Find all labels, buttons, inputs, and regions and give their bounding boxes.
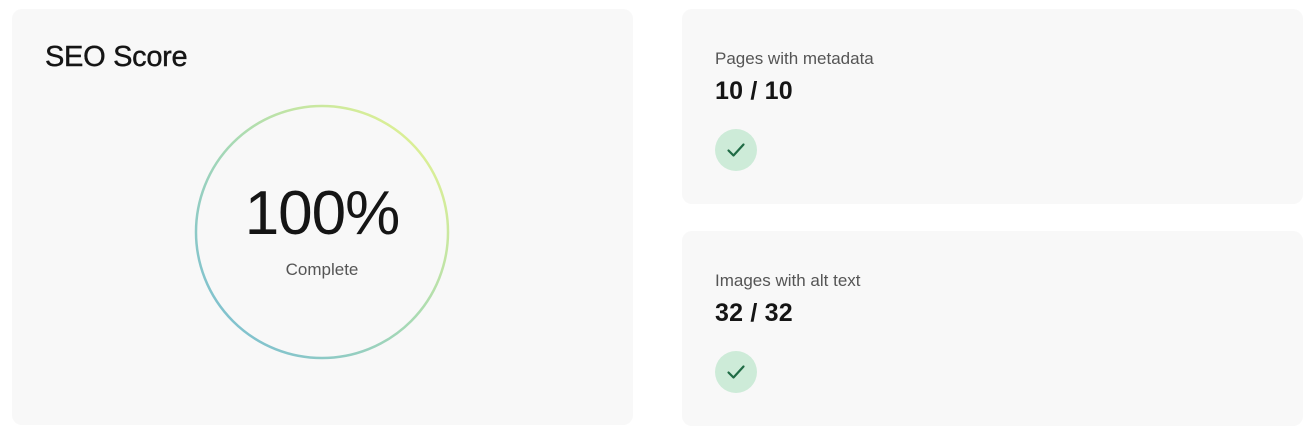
metric-card-pages-metadata: Pages with metadata 10 / 10 bbox=[682, 9, 1303, 204]
metric-value: 32 / 32 bbox=[715, 299, 793, 327]
seo-score-ring: 100% Complete bbox=[194, 104, 450, 360]
check-icon bbox=[727, 143, 745, 157]
check-icon bbox=[727, 365, 745, 379]
metric-label: Images with alt text bbox=[715, 271, 861, 290]
metric-label: Pages with metadata bbox=[715, 49, 874, 68]
seo-score-caption: Complete bbox=[285, 260, 359, 279]
seo-score-value: 100% bbox=[244, 179, 401, 248]
metric-card-images-alt-text: Images with alt text 32 / 32 bbox=[682, 231, 1303, 426]
metric-value: 10 / 10 bbox=[715, 77, 793, 105]
status-badge bbox=[715, 351, 757, 393]
seo-score-card: SEO Score 100% Complete bbox=[12, 9, 633, 425]
status-badge bbox=[715, 129, 757, 171]
seo-score-title: SEO Score bbox=[45, 41, 188, 73]
